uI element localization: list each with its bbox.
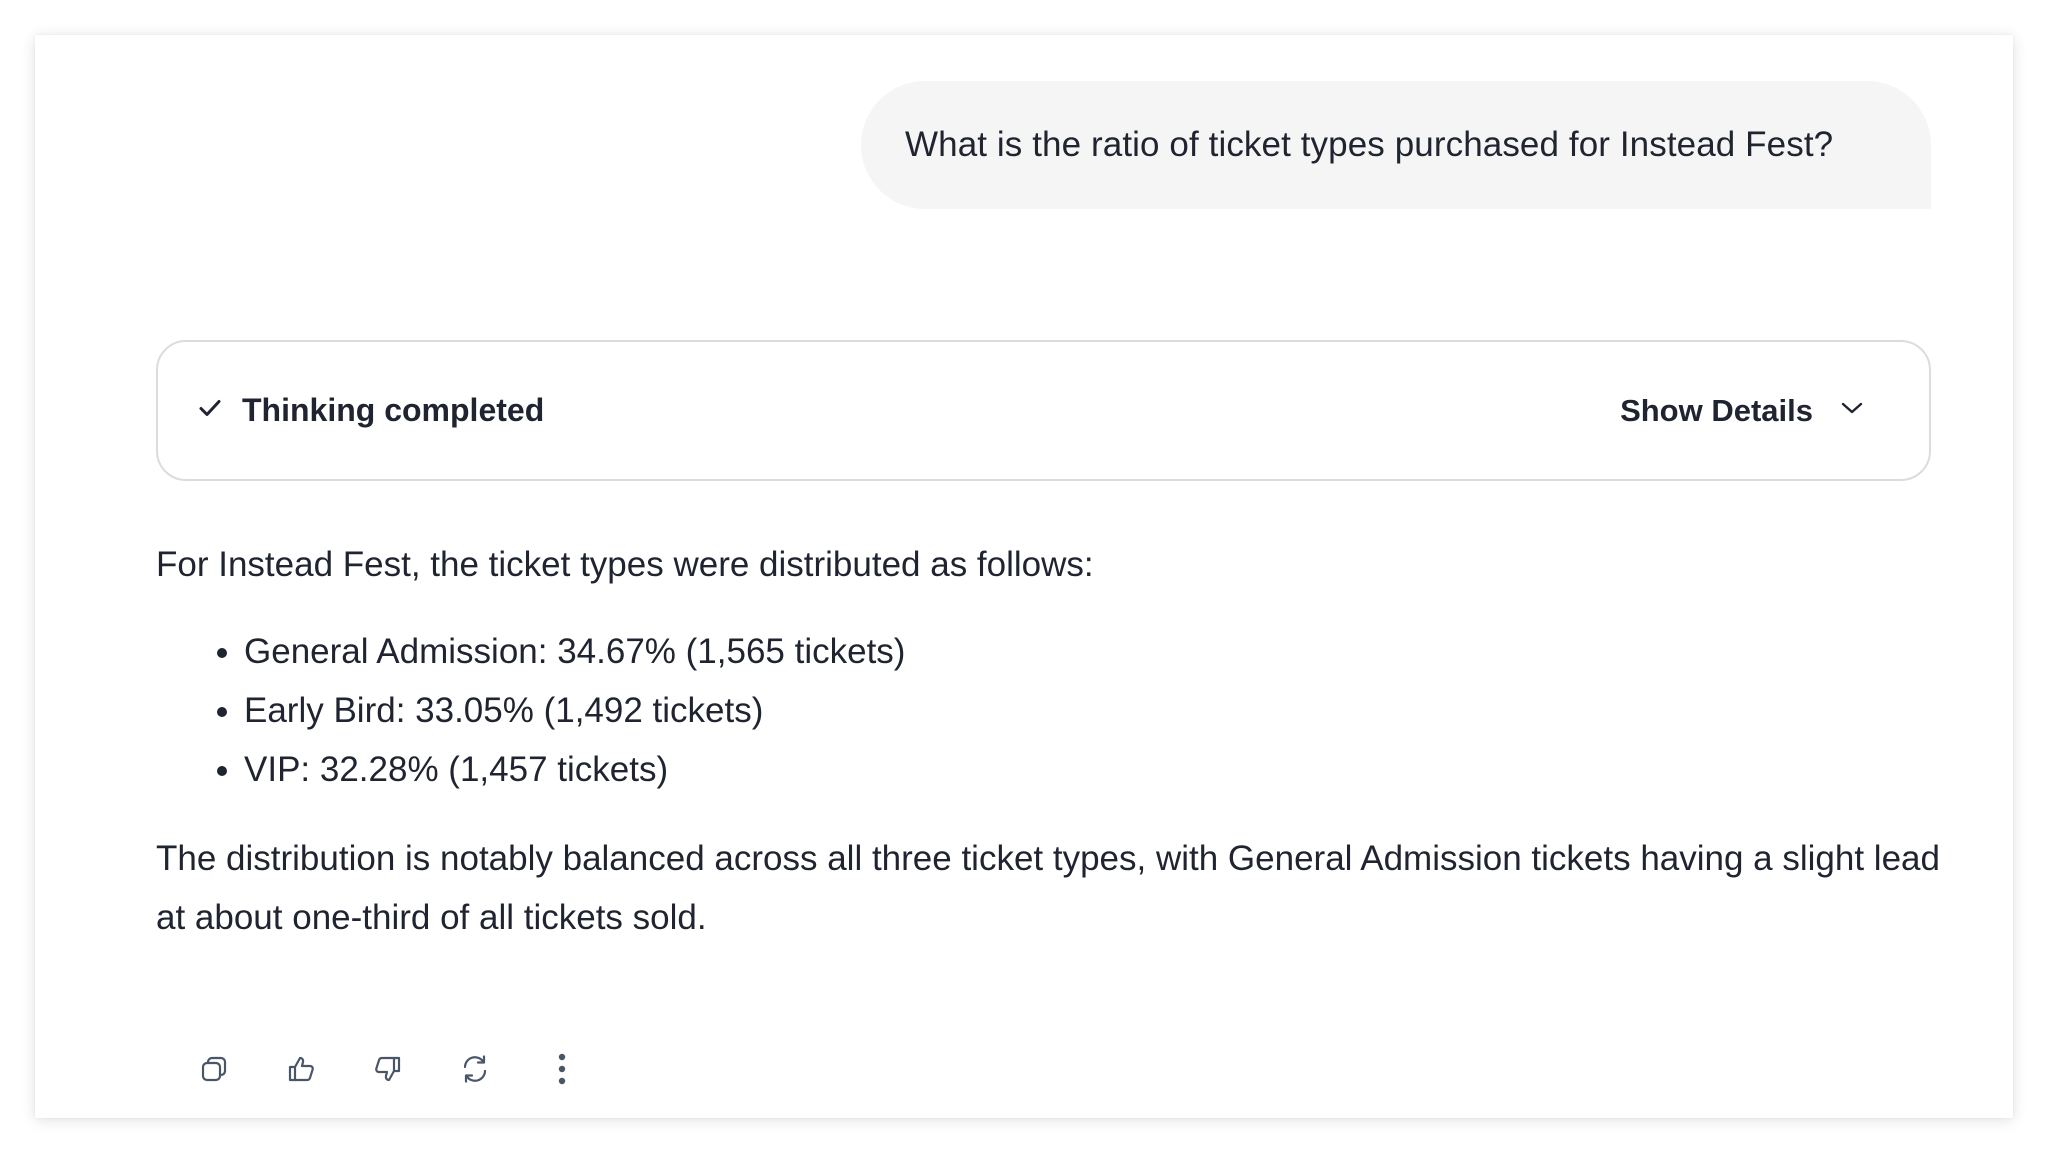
list-item: Early Bird: 33.05% (1,492 tickets)	[244, 681, 1946, 740]
message-actions	[190, 1045, 625, 1093]
user-message-bubble: What is the ratio of ticket types purcha…	[861, 81, 1931, 209]
thinking-panel: Thinking completed Show Details	[156, 340, 1931, 481]
show-details-label: Show Details	[1620, 392, 1813, 428]
thinking-status: Thinking completed	[198, 392, 544, 429]
regenerate-button[interactable]	[451, 1045, 499, 1093]
copy-icon	[199, 1054, 229, 1084]
user-message-text: What is the ratio of ticket types purcha…	[905, 125, 1834, 164]
thumbs-down-button[interactable]	[364, 1045, 412, 1093]
ticket-distribution-list: General Admission: 34.67% (1,565 tickets…	[156, 622, 1946, 799]
more-options-button[interactable]	[538, 1045, 586, 1093]
thinking-status-label: Thinking completed	[242, 392, 545, 428]
list-item: General Admission: 34.67% (1,565 tickets…	[244, 622, 1946, 681]
regenerate-icon	[459, 1053, 491, 1085]
copy-button[interactable]	[190, 1045, 238, 1093]
chat-panel: What is the ratio of ticket types purcha…	[35, 35, 2013, 1118]
more-options-icon	[556, 1052, 568, 1086]
assistant-answer: For Instead Fest, the ticket types were …	[156, 535, 1946, 947]
check-icon	[198, 396, 222, 425]
answer-intro: For Instead Fest, the ticket types were …	[156, 545, 1094, 584]
show-details-button[interactable]: Show Details	[1620, 393, 1863, 429]
thumbs-down-icon	[372, 1053, 404, 1085]
chevron-down-icon	[1841, 401, 1863, 420]
answer-conclusion: The distribution is notably balanced acr…	[156, 839, 1940, 937]
thumbs-up-button[interactable]	[277, 1045, 325, 1093]
list-item: VIP: 32.28% (1,457 tickets)	[244, 740, 1946, 799]
thumbs-up-icon	[285, 1053, 317, 1085]
